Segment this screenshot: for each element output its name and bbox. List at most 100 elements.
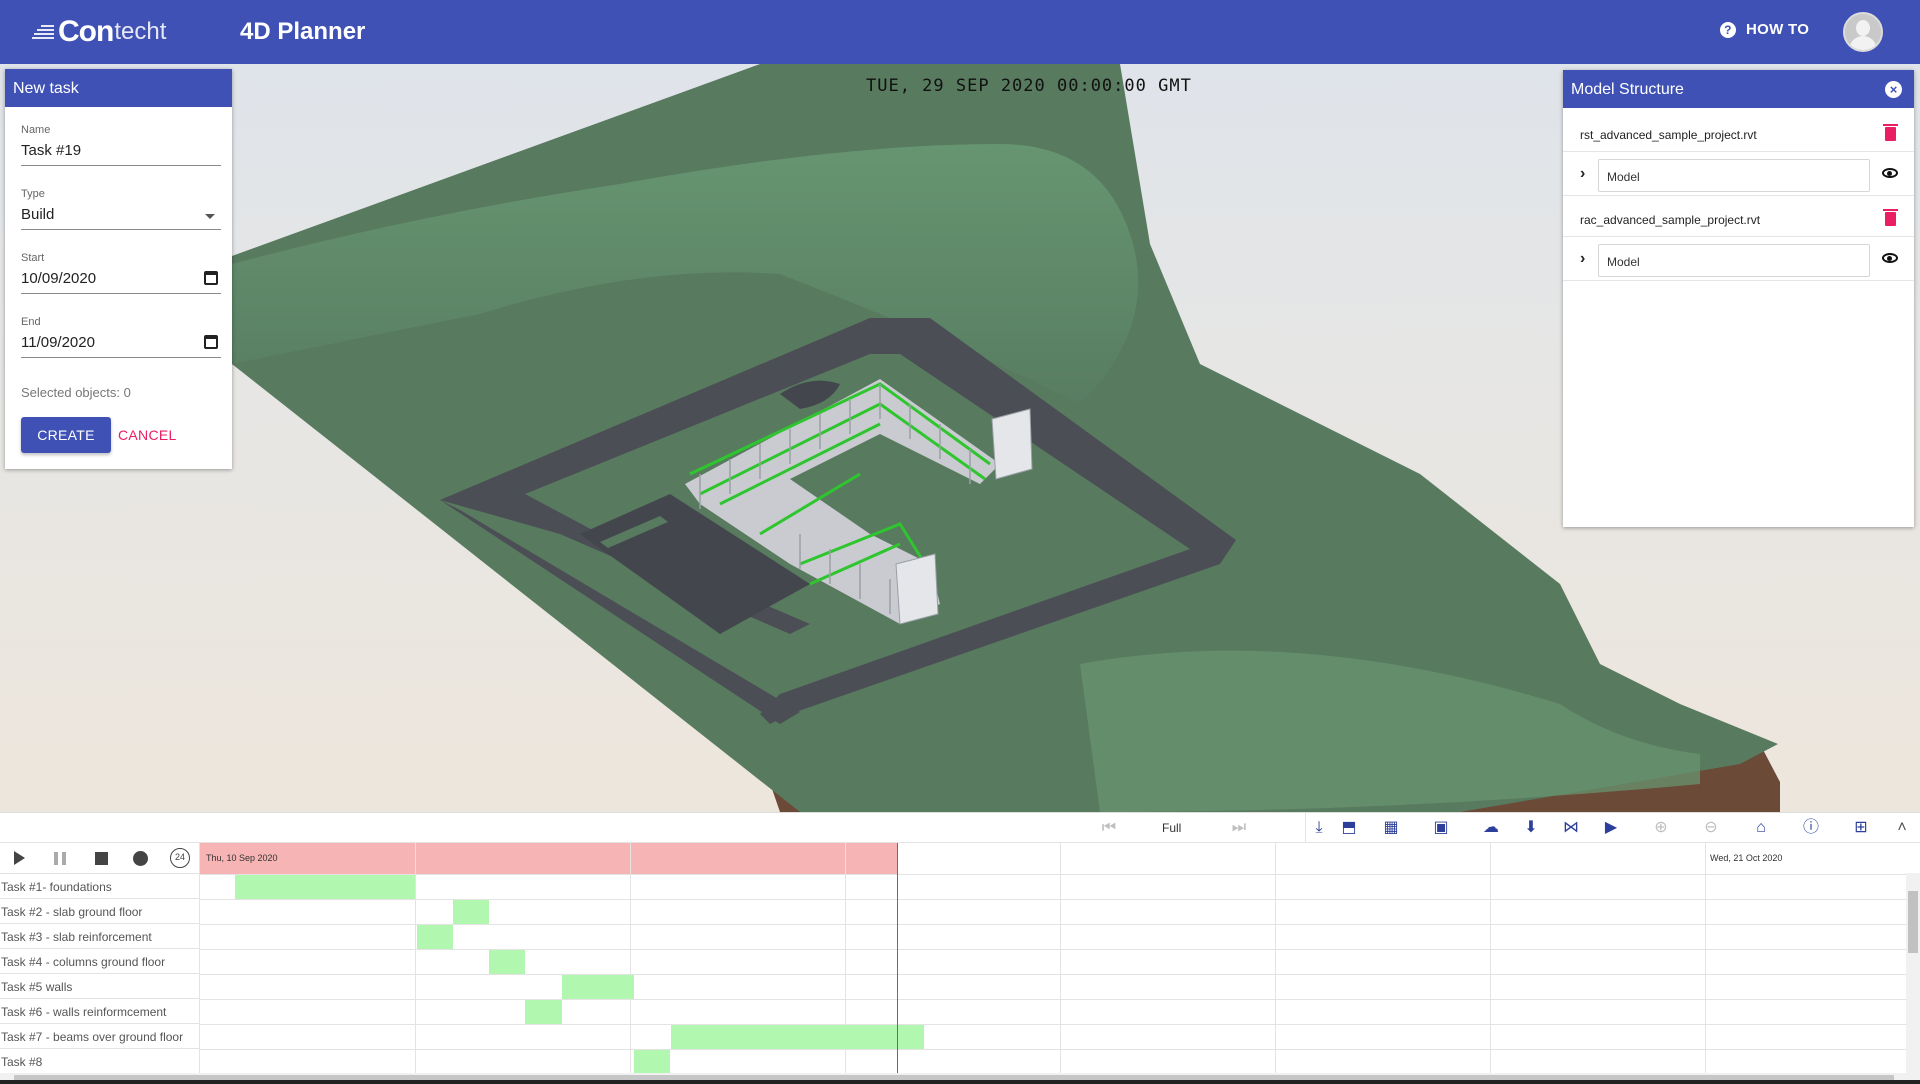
name-input[interactable]: Task #19 xyxy=(21,142,221,166)
user-avatar[interactable] xyxy=(1843,12,1883,52)
vertical-scrollbar[interactable] xyxy=(1906,873,1920,1084)
create-button[interactable]: CREATE xyxy=(21,417,111,453)
task-row[interactable]: Task #6 - walls reinformcement xyxy=(0,999,200,1024)
gridline xyxy=(1275,843,1276,1073)
type-label: Type xyxy=(21,188,45,200)
task-row[interactable]: Task #2 - slab ground floor xyxy=(0,899,200,924)
end-field[interactable]: End 11/09/2020 xyxy=(21,316,221,358)
new-task-title: New task xyxy=(5,69,232,107)
model-structure-panel: Model Structure × rst_advanced_sample_pr… xyxy=(1563,70,1914,527)
end-label: End xyxy=(21,316,41,328)
model-tree-icon[interactable]: ⊞ xyxy=(1851,818,1871,838)
video-icon[interactable]: ▶ xyxy=(1601,818,1621,838)
stop-icon[interactable] xyxy=(95,852,108,865)
dropdown-arrow-icon[interactable] xyxy=(205,214,215,219)
close-icon[interactable]: × xyxy=(1885,81,1902,98)
task-row[interactable]: Task #3 - slab reinforcement xyxy=(0,924,200,949)
start-date-input[interactable]: 10/09/2020 xyxy=(21,270,221,294)
collapse-icon[interactable]: ˄ xyxy=(1892,818,1912,838)
model-node[interactable]: Model xyxy=(1598,244,1870,277)
avatar-body-icon xyxy=(1849,36,1877,50)
row-divider xyxy=(200,1024,1906,1025)
row-divider xyxy=(200,974,1906,975)
task-row[interactable]: Task #8 xyxy=(0,1049,200,1074)
delete-icon[interactable] xyxy=(1883,209,1898,226)
task-row[interactable]: Task #1- foundations xyxy=(0,874,200,899)
save-icon[interactable]: ▣ xyxy=(1431,818,1451,838)
task-bar[interactable] xyxy=(671,1025,924,1049)
zoom-in-icon[interactable]: ⊕ xyxy=(1651,818,1671,838)
play-icon[interactable] xyxy=(14,851,25,865)
task-bar[interactable] xyxy=(562,975,634,999)
task-row[interactable]: Task #7 - beams over ground floor xyxy=(0,1024,200,1049)
zoom-level[interactable]: Full xyxy=(1162,821,1181,835)
record-icon[interactable] xyxy=(133,851,148,866)
model-tree-row: › Model xyxy=(1563,237,1914,281)
task-bar[interactable] xyxy=(489,950,525,974)
chevron-right-icon[interactable]: › xyxy=(1580,165,1585,183)
calendar-icon[interactable] xyxy=(204,271,218,285)
model-structure-title: Model Structure xyxy=(1571,81,1684,98)
model-node[interactable]: Model xyxy=(1598,159,1870,192)
how-to-button[interactable]: ? HOW TO xyxy=(1720,21,1809,38)
gantt-timeline[interactable]: Thu, 10 Sep 2020 Wed, 21 Oct 2020 xyxy=(200,843,1906,1073)
task-list: Task #1- foundations Task #2 - slab grou… xyxy=(0,874,200,1074)
gridline xyxy=(1060,843,1061,1073)
task-bar[interactable] xyxy=(525,1000,562,1024)
building-icon[interactable]: ▦ xyxy=(1381,818,1401,838)
cloud-upload-icon[interactable]: ☁ xyxy=(1481,818,1501,838)
cancel-button[interactable]: CANCEL xyxy=(118,417,177,453)
import-icon[interactable]: ⤓ xyxy=(1309,818,1329,838)
gridline xyxy=(630,843,631,1073)
logo-mark-icon xyxy=(32,25,54,39)
start-field[interactable]: Start 10/09/2020 xyxy=(21,252,221,294)
open-icon[interactable]: ⬒ xyxy=(1339,818,1359,838)
home-icon[interactable]: ⌂ xyxy=(1751,818,1771,838)
end-date-input[interactable]: 11/09/2020 xyxy=(21,334,221,358)
model-file-name: rac_advanced_sample_project.rvt xyxy=(1580,213,1761,227)
row-divider xyxy=(200,874,1906,875)
delete-icon[interactable] xyxy=(1883,124,1898,141)
row-divider xyxy=(200,924,1906,925)
name-field[interactable]: Name Task #19 xyxy=(21,124,221,166)
task-row[interactable]: Task #4 - columns ground floor xyxy=(0,949,200,974)
zoom-out-icon[interactable]: ⊖ xyxy=(1701,818,1721,838)
skip-start-icon[interactable]: ⏮ xyxy=(1099,818,1119,838)
elapsed-band xyxy=(200,843,897,874)
chevron-right-icon[interactable]: › xyxy=(1580,250,1585,268)
playback-controls: 24 xyxy=(0,843,200,874)
type-select[interactable]: Build xyxy=(21,206,221,230)
contecht-logo[interactable]: Con techt xyxy=(30,14,166,50)
new-task-panel: New task Name Task #19 Type Build Start … xyxy=(5,69,232,469)
viewer-timestamp: TUE, 29 SEP 2020 00:00:00 GMT xyxy=(866,76,1192,96)
download-icon[interactable]: ⬇ xyxy=(1521,818,1541,838)
task-row[interactable]: Task #5 walls xyxy=(0,974,200,999)
visibility-icon[interactable] xyxy=(1882,168,1898,178)
logo-con: Con xyxy=(58,15,114,48)
avatar-head-icon xyxy=(1856,20,1870,36)
stair-core-south xyxy=(895,553,939,625)
model-file-row: rac_advanced_sample_project.rvt xyxy=(1563,203,1914,237)
model-file-row: rst_advanced_sample_project.rvt xyxy=(1563,118,1914,152)
type-field[interactable]: Type Build xyxy=(21,188,221,230)
gridline xyxy=(415,843,416,1073)
calendar-icon[interactable] xyxy=(204,335,218,349)
pause-icon[interactable] xyxy=(54,852,66,865)
task-bar[interactable] xyxy=(417,925,453,949)
how-to-label: HOW TO xyxy=(1746,21,1810,38)
skip-end-icon[interactable]: ⏭ xyxy=(1229,818,1249,838)
task-bar[interactable] xyxy=(235,875,415,899)
model-tree-row: › Model xyxy=(1563,152,1914,196)
current-time-marker[interactable] xyxy=(897,843,898,1073)
start-label: Start xyxy=(21,252,45,264)
task-bar[interactable] xyxy=(453,900,489,924)
task-bar[interactable] xyxy=(634,1050,670,1073)
visibility-icon[interactable] xyxy=(1882,253,1898,263)
scroll-thumb[interactable] xyxy=(1908,891,1918,953)
row-divider xyxy=(200,949,1906,950)
stair-core-east xyxy=(991,408,1033,480)
info-icon[interactable]: ⓘ xyxy=(1801,818,1821,838)
speed-24-icon[interactable]: 24 xyxy=(170,848,190,868)
selected-objects: Selected objects: 0 xyxy=(21,385,131,400)
share-icon[interactable]: ⋈ xyxy=(1561,818,1581,838)
